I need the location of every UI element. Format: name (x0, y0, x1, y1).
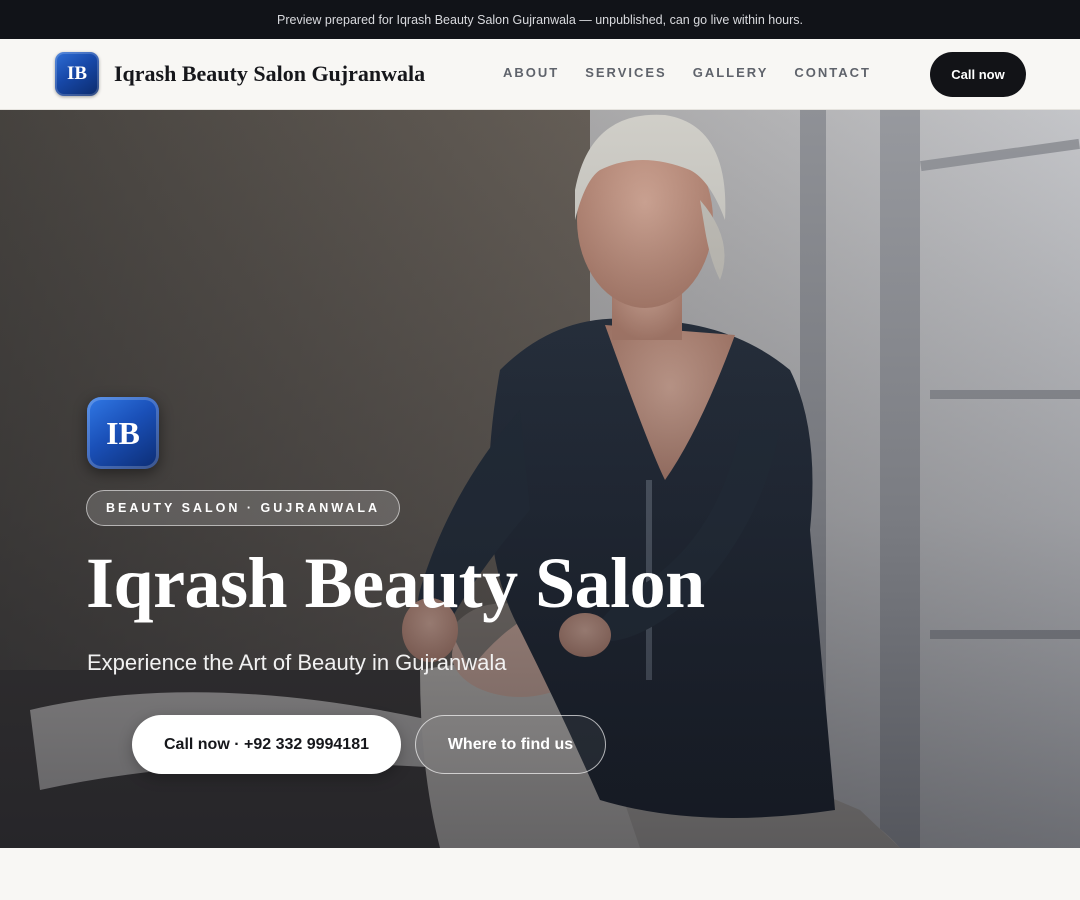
hero-subtitle: Experience the Art of Beauty in Gujranwa… (87, 650, 507, 675)
next-section-top (0, 848, 1080, 900)
logo-initials: IB (66, 63, 88, 84)
header-call-button[interactable]: Call now (930, 52, 1026, 97)
main-nav: ABOUT SERVICES GALLERY CONTACT (503, 65, 871, 80)
preview-banner: Preview prepared for Iqrash Beauty Salon… (0, 0, 1080, 39)
nav-gallery[interactable]: GALLERY (693, 65, 769, 80)
hero-section: IB BEAUTY SALON · GUJRANWALA Iqrash Beau… (0, 110, 1080, 848)
hero-logo-initials: IB (106, 414, 140, 451)
brand-name[interactable]: Iqrash Beauty Salon Gujranwala (114, 61, 425, 87)
preview-banner-text: Preview prepared for Iqrash Beauty Salon… (277, 12, 803, 27)
hero-eyebrow-pill: BEAUTY SALON · GUJRANWALA (86, 490, 401, 526)
logo-badge[interactable]: IB (55, 52, 99, 96)
nav-contact[interactable]: CONTACT (794, 65, 871, 80)
nav-about[interactable]: ABOUT (503, 65, 559, 80)
hero-title: Iqrash Beauty Salon (86, 543, 705, 623)
hero-logo-badge: IB (87, 397, 159, 469)
call-now-phone-button[interactable]: Call now · +92 332 9994181 (132, 715, 401, 774)
nav-services[interactable]: SERVICES (585, 65, 667, 80)
where-to-find-us-button[interactable]: Where to find us (415, 715, 606, 774)
site-header: IB Iqrash Beauty Salon Gujranwala ABOUT … (0, 39, 1080, 110)
